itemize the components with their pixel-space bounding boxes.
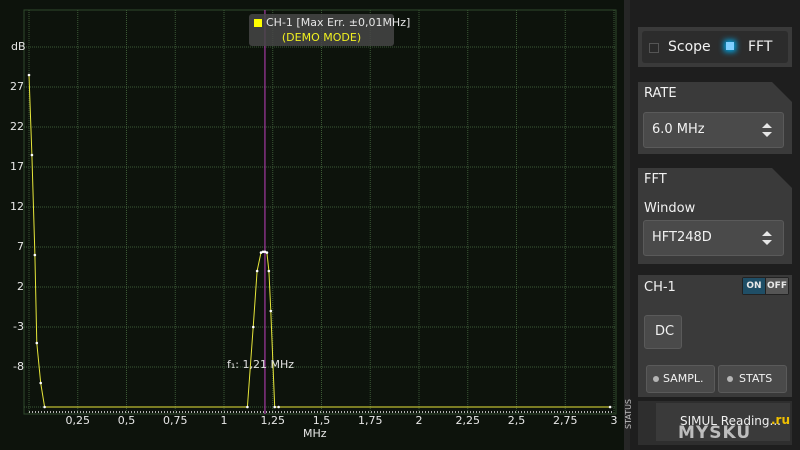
channel-legend: CH-1 [Max Err. ±0,01MHz] (DEMO MODE) (249, 14, 410, 46)
stats-indicator-icon (727, 376, 733, 382)
spectrum-point (27, 73, 31, 77)
rate-select[interactable]: 6.0 MHz (643, 112, 784, 148)
channel-title: CH-1 (644, 280, 676, 295)
dc-coupling-button[interactable]: DC (644, 315, 682, 349)
x-tick-label: 2 (415, 414, 423, 427)
y-tick-label: -3 (13, 320, 24, 333)
channel-toggle[interactable]: ON OFF (742, 277, 789, 295)
x-tick-label: 2,25 (455, 414, 481, 427)
spectrum-point (265, 251, 269, 254)
watermark: MYSKU (678, 423, 751, 443)
spectrum-point (277, 405, 280, 409)
peak-marker-label: f₁: 1,21 MHz (227, 358, 295, 371)
spectrum-point (267, 269, 271, 273)
spectrum-point (251, 325, 255, 329)
sampl-button[interactable]: SAMPL. (646, 365, 715, 393)
spectrum-point (33, 253, 37, 257)
spectrum-point (269, 309, 273, 313)
watermark-suffix: .ru (771, 413, 791, 427)
x-tick-label: 1,25 (260, 414, 286, 427)
x-tick-label: 2,5 (507, 414, 526, 427)
fft-title: FFT (644, 172, 667, 187)
y-axis-unit: dB (11, 40, 26, 53)
rate-value: 6.0 MHz (652, 122, 705, 137)
toggle-off[interactable]: OFF (766, 278, 788, 294)
watermark-text: MYSKU (678, 423, 752, 443)
window-value: HFT248D (652, 230, 712, 245)
plot-frame (23, 9, 617, 415)
spectrum-point (30, 153, 34, 157)
y-tick-label: 27 (10, 80, 24, 93)
x-tick-label: 1,75 (358, 414, 383, 427)
spectrum-point (39, 381, 42, 385)
legend-channel-info: CH-1 [Max Err. ±0,01MHz] (266, 16, 411, 29)
select-arrows-icon (762, 231, 772, 245)
window-select[interactable]: HFT248D (643, 220, 784, 256)
spectrum-point (43, 405, 46, 409)
mode-selector: Scope FFT (638, 27, 792, 67)
select-arrows-icon (762, 123, 772, 137)
fft-mode-label: FFT (748, 39, 773, 55)
legend-demo-mode: (DEMO MODE) (281, 31, 362, 44)
fft-radio-icon (726, 42, 734, 50)
window-label: Window (644, 201, 696, 216)
spectrum-point (273, 405, 277, 409)
x-tick-label: 2,75 (553, 414, 578, 427)
y-tick-label: -8 (13, 360, 24, 373)
y-tick-label: 12 (10, 200, 24, 213)
scope-mode-option[interactable]: Scope (646, 35, 716, 59)
x-axis-unit: MHz (303, 427, 327, 440)
stats-label: STATS (739, 372, 773, 385)
channel-color-swatch (254, 19, 262, 27)
spectrum-point (608, 405, 612, 409)
status-side-label: STATUS (624, 398, 633, 429)
fft-section: FFT Window HFT248D (638, 168, 792, 264)
scope-radio-icon (649, 43, 659, 53)
channel-section: CH-1 ON OFF DC SAMPL. STATS (638, 275, 792, 397)
x-tick-label: 0,25 (65, 414, 91, 427)
spectrum-point (246, 405, 249, 409)
x-tick-label: 3 (610, 414, 618, 427)
control-panel: Scope FFT RATE 6.0 MHz FFT Window HFT248… (624, 0, 800, 450)
x-tick-label: 1,5 (312, 414, 331, 427)
y-tick-label: 22 (10, 120, 24, 133)
toggle-on[interactable]: ON (743, 278, 765, 294)
fft-plot-area[interactable]: dB 27 22 17 12 7 2 -3 -8 0,25 0,5 0,75 1 1,25 1,5 1,7… (0, 0, 624, 450)
rate-section: RATE 6.0 MHz (638, 82, 792, 154)
y-tick-label: 2 (17, 280, 24, 293)
stats-button[interactable]: STATS (718, 365, 787, 393)
dc-label: DC (655, 324, 675, 339)
x-tick-label: 0,5 (117, 414, 136, 427)
rate-title: RATE (644, 86, 677, 101)
fft-mode-option[interactable]: FFT (724, 35, 784, 59)
status-section: STATUS SIMUL Reading... MYSKU .ru (624, 399, 792, 445)
sampl-indicator-icon (653, 376, 659, 382)
sampl-label: SAMPL. (663, 372, 704, 385)
x-tick-label: 0,75 (163, 414, 188, 427)
y-tick-label: 7 (17, 240, 24, 253)
spectrum-point (255, 269, 259, 273)
oscilloscope-app: dB 27 22 17 12 7 2 -3 -8 0,25 0,5 0,75 1 1,25 1,5 1,7… (0, 0, 800, 450)
spectrum-point (35, 341, 39, 345)
x-tick-label: 1 (220, 414, 228, 427)
spectrum-trace (28, 74, 611, 408)
y-tick-label: 17 (10, 160, 24, 173)
scope-mode-label: Scope (668, 39, 711, 55)
fft-chart (23, 9, 617, 415)
